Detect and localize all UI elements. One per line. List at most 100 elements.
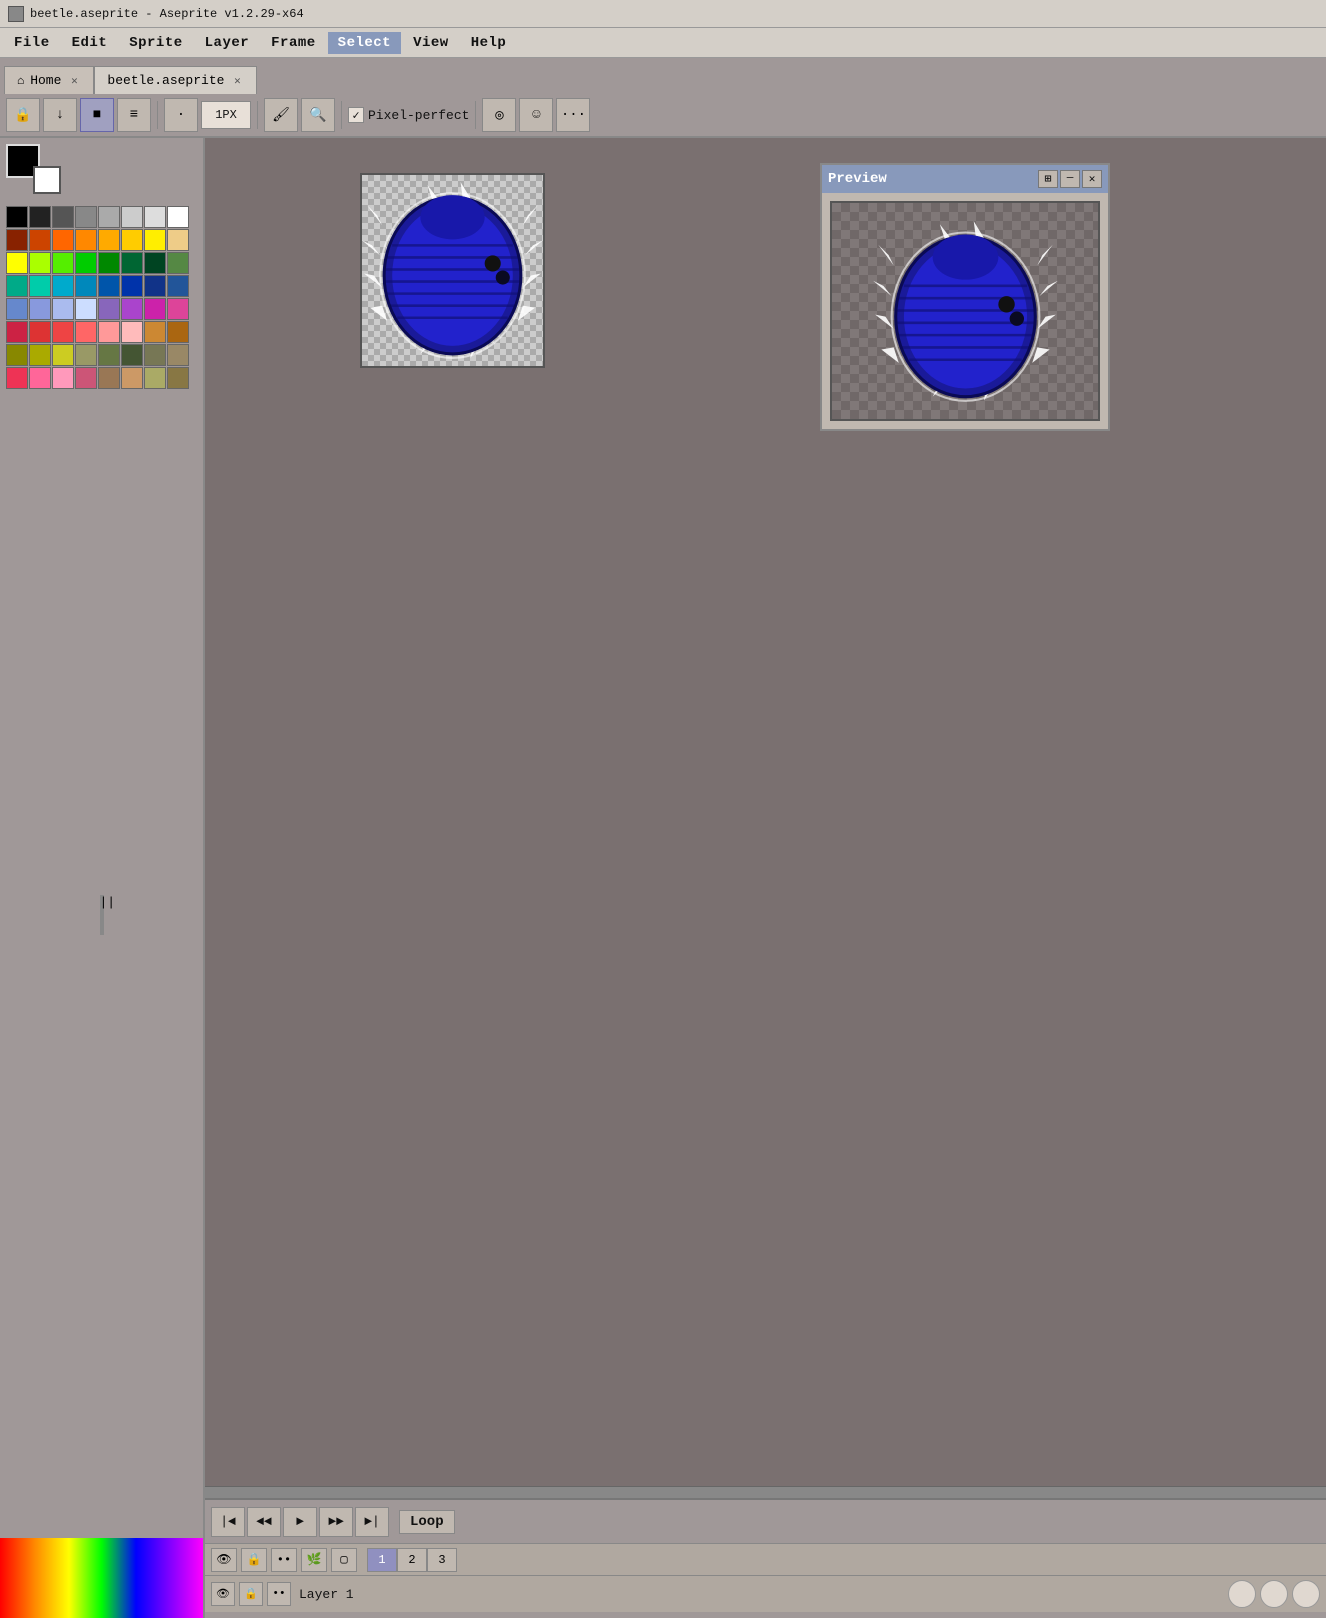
frame-3[interactable]: 3 (427, 1548, 457, 1572)
palette-color-56[interactable] (6, 367, 28, 389)
palette-color-52[interactable] (98, 344, 120, 366)
palette-color-33[interactable] (29, 298, 51, 320)
color-gradient-bar[interactable] (0, 1538, 203, 1618)
last-frame-btn[interactable]: ►| (355, 1507, 389, 1537)
layer-frame-cell-1[interactable] (1228, 1580, 1256, 1608)
palette-color-2[interactable] (52, 206, 74, 228)
palette-color-10[interactable] (52, 229, 74, 251)
menu-sprite[interactable]: Sprite (119, 32, 192, 54)
palette-color-22[interactable] (144, 252, 166, 274)
palette-color-3[interactable] (75, 206, 97, 228)
tab-beetle[interactable]: beetle.aseprite ✕ (94, 66, 257, 94)
pixel-perfect-checkbox[interactable]: ✓ (348, 107, 364, 123)
preview-minimize-btn[interactable]: ─ (1060, 170, 1080, 188)
palette-color-6[interactable] (144, 206, 166, 228)
palette-color-53[interactable] (121, 344, 143, 366)
next-frame-btn[interactable]: ►► (319, 1507, 353, 1537)
palette-color-61[interactable] (121, 367, 143, 389)
menu-file[interactable]: File (4, 32, 60, 54)
lock-tool-btn[interactable]: 🔒 (6, 98, 40, 132)
canvas-viewport[interactable]: Preview ⊞ ─ ✕ (205, 138, 1326, 1486)
frame-1[interactable]: 1 (367, 1548, 397, 1572)
move-tool-btn[interactable]: ↓ (43, 98, 77, 132)
palette-color-27[interactable] (75, 275, 97, 297)
onion-skin-btn[interactable]: ◎ (482, 98, 516, 132)
palette-color-55[interactable] (167, 344, 189, 366)
palette-color-8[interactable] (6, 229, 28, 251)
palette-color-12[interactable] (98, 229, 120, 251)
palette-color-25[interactable] (29, 275, 51, 297)
tab-beetle-close[interactable]: ✕ (230, 74, 244, 88)
palette-color-47[interactable] (167, 321, 189, 343)
palette-color-16[interactable] (6, 252, 28, 274)
palette-color-59[interactable] (75, 367, 97, 389)
palette-color-28[interactable] (98, 275, 120, 297)
palette-color-11[interactable] (75, 229, 97, 251)
palette-color-5[interactable] (121, 206, 143, 228)
layer-frame-cell-3[interactable] (1292, 1580, 1320, 1608)
symmetry-btn[interactable]: ☺ (519, 98, 553, 132)
palette-color-21[interactable] (121, 252, 143, 274)
palette-color-44[interactable] (98, 321, 120, 343)
palette-color-62[interactable] (144, 367, 166, 389)
palette-color-18[interactable] (52, 252, 74, 274)
palette-color-17[interactable] (29, 252, 51, 274)
layer-visible-btn[interactable]: 👁 (211, 1582, 235, 1606)
palette-color-30[interactable] (144, 275, 166, 297)
palette-color-45[interactable] (121, 321, 143, 343)
palette-color-34[interactable] (52, 298, 74, 320)
frame-2[interactable]: 2 (397, 1548, 427, 1572)
palette-color-1[interactable] (29, 206, 51, 228)
tab-home[interactable]: ⌂ Home ✕ (4, 66, 94, 94)
palette-resize-handle[interactable]: || (100, 895, 104, 935)
layer-eye-btn[interactable]: 👁 (211, 1548, 237, 1572)
layer-onion-btn[interactable]: 🌿 (301, 1548, 327, 1572)
layer-frame-cell-2[interactable] (1260, 1580, 1288, 1608)
palette-color-31[interactable] (167, 275, 189, 297)
menu-edit[interactable]: Edit (62, 32, 118, 54)
palette-color-49[interactable] (29, 344, 51, 366)
menu-view[interactable]: View (403, 32, 459, 54)
eyedrop-tool-btn[interactable]: 🔍 (301, 98, 335, 132)
palette-color-51[interactable] (75, 344, 97, 366)
palette-color-14[interactable] (144, 229, 166, 251)
palette-color-32[interactable] (6, 298, 28, 320)
preview-close-btn[interactable]: ✕ (1082, 170, 1102, 188)
prev-frame-btn[interactable]: ◄◄ (247, 1507, 281, 1537)
preview-titlebar[interactable]: Preview ⊞ ─ ✕ (822, 165, 1108, 193)
palette-color-24[interactable] (6, 275, 28, 297)
palette-color-0[interactable] (6, 206, 28, 228)
palette-color-60[interactable] (98, 367, 120, 389)
pixel-perfect-toggle[interactable]: ✓ Pixel-perfect (348, 107, 469, 123)
first-frame-btn[interactable]: |◄ (211, 1507, 245, 1537)
palette-color-13[interactable] (121, 229, 143, 251)
palette-color-63[interactable] (167, 367, 189, 389)
palette-color-23[interactable] (167, 252, 189, 274)
palette-color-26[interactable] (52, 275, 74, 297)
palette-color-35[interactable] (75, 298, 97, 320)
sprite-canvas[interactable] (360, 173, 545, 368)
palette-color-15[interactable] (167, 229, 189, 251)
palette-color-20[interactable] (98, 252, 120, 274)
palette-color-42[interactable] (52, 321, 74, 343)
palette-color-4[interactable] (98, 206, 120, 228)
palette-color-37[interactable] (121, 298, 143, 320)
menu-frame[interactable]: Frame (261, 32, 326, 54)
palette-color-50[interactable] (52, 344, 74, 366)
palette-color-46[interactable] (144, 321, 166, 343)
palette-color-7[interactable] (167, 206, 189, 228)
rect-tool-btn[interactable]: ■ (80, 98, 114, 132)
menu-help[interactable]: Help (461, 32, 517, 54)
palette-color-54[interactable] (144, 344, 166, 366)
tab-home-close[interactable]: ✕ (67, 74, 81, 88)
palette-color-48[interactable] (6, 344, 28, 366)
layer-frame-btn[interactable]: ▢ (331, 1548, 357, 1572)
palette-color-57[interactable] (29, 367, 51, 389)
more-btn[interactable]: ··· (556, 98, 590, 132)
horizontal-scrollbar[interactable] (205, 1486, 1326, 1498)
layer-lock-btn[interactable]: 🔒 (241, 1548, 267, 1572)
palette-color-39[interactable] (167, 298, 189, 320)
palette-color-58[interactable] (52, 367, 74, 389)
preview-maximize-btn[interactable]: ⊞ (1038, 170, 1058, 188)
layer-link-btn[interactable]: •• (271, 1548, 297, 1572)
